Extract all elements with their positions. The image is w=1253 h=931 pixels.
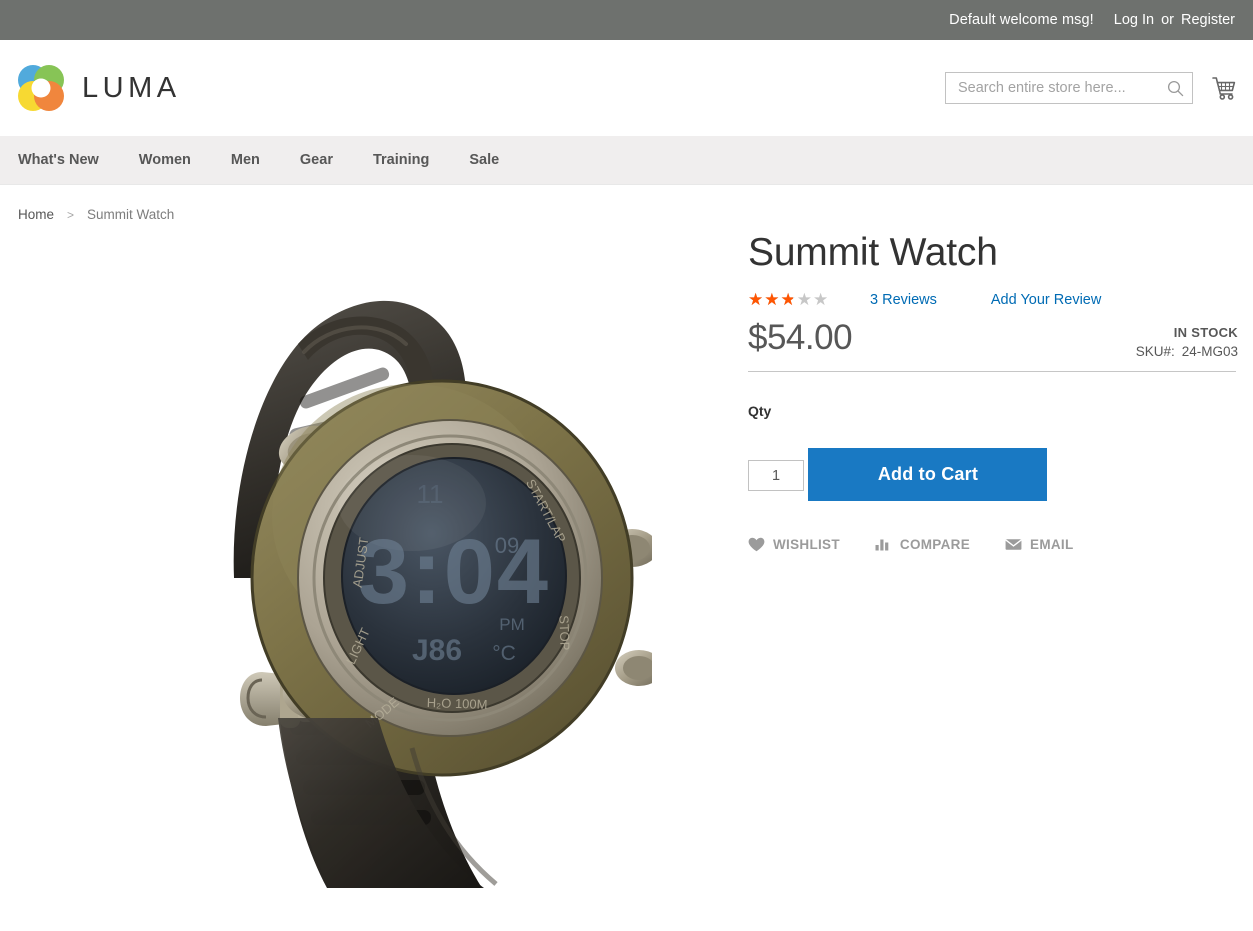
logo-text: LUMA <box>82 71 181 104</box>
svg-text:11: 11 <box>417 479 444 509</box>
chevron-right-icon: > <box>67 207 75 222</box>
luma-flower-icon <box>14 62 68 114</box>
reviews-link[interactable]: 3 Reviews <box>870 292 937 308</box>
product-media: 3:04 09 PM J86 °C 11 ADJUST LIGHT MODE S… <box>0 226 738 926</box>
svg-text:09: 09 <box>495 533 519 558</box>
product-social-actions: WISHLIST COMPARE EMAIL <box>748 537 1238 552</box>
product-image[interactable]: 3:04 09 PM J86 °C 11 ADJUST LIGHT MODE S… <box>112 248 663 888</box>
stock-info: IN STOCK SKU#: 24-MG03 <box>1136 319 1238 359</box>
login-link[interactable]: Log In <box>1114 12 1154 28</box>
sku-row: SKU#: 24-MG03 <box>1136 344 1238 359</box>
nav-item-sale[interactable]: Sale <box>469 152 517 168</box>
status-badge: IN STOCK <box>1173 324 1238 340</box>
qty-label: Qty <box>748 402 772 419</box>
add-review-link[interactable]: Add Your Review <box>991 292 1101 308</box>
add-to-cart-button[interactable]: Add to Cart <box>808 447 1048 501</box>
header-actions <box>945 72 1237 104</box>
price-and-stock: $54.00 IN STOCK SKU#: 24-MG03 <box>748 317 1238 359</box>
register-link[interactable]: Register <box>1181 12 1235 28</box>
logo-link[interactable]: LUMA <box>14 62 181 114</box>
shopping-cart-icon[interactable] <box>1211 75 1237 101</box>
rating-summary: ★★★★★ ★★★★★ 3 Reviews Add Your Review <box>748 290 1238 309</box>
breadcrumb-home[interactable]: Home <box>18 207 54 222</box>
envelope-icon <box>1005 537 1022 552</box>
star-rating[interactable]: ★★★★★ ★★★★★ <box>748 290 838 309</box>
divider <box>748 370 1236 372</box>
svg-text:°C: °C <box>492 642 516 665</box>
svg-text:PM: PM <box>499 615 525 634</box>
page-title: Summit Watch <box>748 231 998 274</box>
breadcrumb-current: Summit Watch <box>87 207 175 222</box>
svg-text:H₂O 100M: H₂O 100M <box>427 695 488 712</box>
email-friend-button[interactable]: EMAIL <box>1005 537 1074 552</box>
product-info: Summit Watch ★★★★★ ★★★★★ 3 Reviews Add Y… <box>738 226 1238 926</box>
add-to-compare-button[interactable]: COMPARE <box>875 537 970 552</box>
sku-label: SKU#: <box>1135 343 1175 359</box>
or-separator: or <box>1161 12 1174 28</box>
search-box[interactable] <box>945 72 1193 104</box>
nav-item-whats-new[interactable]: What's New <box>18 152 117 168</box>
stars-filled: ★★★★★ <box>748 290 793 309</box>
wishlist-label: WISHLIST <box>773 536 840 552</box>
nav-item-gear[interactable]: Gear <box>300 152 351 168</box>
nav-item-women[interactable]: Women <box>139 152 209 168</box>
site-header: LUMA <box>0 40 1253 136</box>
search-icon[interactable] <box>1167 80 1184 97</box>
welcome-message: Default welcome msg! <box>949 12 1094 28</box>
search-input[interactable] <box>956 79 1167 97</box>
compare-bars-icon <box>875 537 892 552</box>
nav-item-training[interactable]: Training <box>373 152 447 168</box>
breadcrumb: Home > Summit Watch <box>0 185 1253 222</box>
svg-text:STOP: STOP <box>556 615 572 651</box>
top-bar: Default welcome msg! Log In or Register <box>0 0 1253 40</box>
add-to-wishlist-button[interactable]: WISHLIST <box>748 537 840 552</box>
product-main: 3:04 09 PM J86 °C 11 ADJUST LIGHT MODE S… <box>0 222 1253 926</box>
compare-label: COMPARE <box>899 536 971 552</box>
svg-text:3:04: 3:04 <box>358 521 550 623</box>
svg-text:J86: J86 <box>412 634 462 667</box>
main-navigation: What's New Women Men Gear Training Sale <box>0 136 1253 185</box>
heart-icon <box>748 537 765 552</box>
nav-item-men[interactable]: Men <box>231 152 278 168</box>
product-price: $54.00 <box>748 317 853 357</box>
sku-value: 24-MG03 <box>1181 343 1238 359</box>
email-label: EMAIL <box>1030 536 1074 552</box>
quantity-stepper[interactable] <box>748 460 804 492</box>
